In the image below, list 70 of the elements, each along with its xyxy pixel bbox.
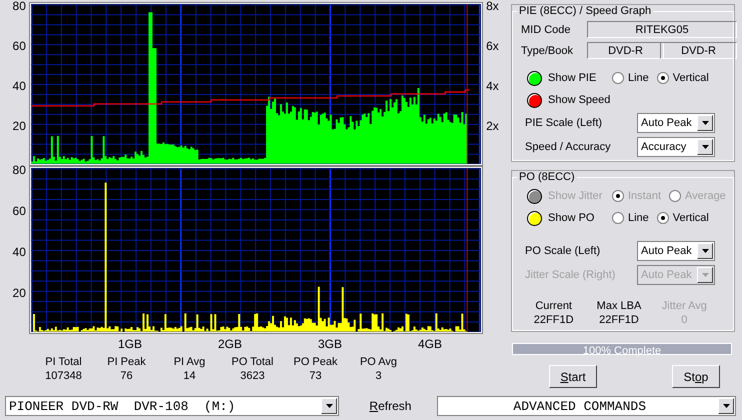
stat-label: PO Avg [360, 355, 398, 369]
stop-button[interactable]: Stop [672, 365, 720, 388]
stat-label: PI Total [45, 355, 82, 369]
start-button[interactable]: Start [549, 365, 597, 388]
axis-label: 8x [486, 0, 499, 15]
type-field: DVD-R [587, 42, 664, 59]
axis-label: 2GB [216, 337, 243, 351]
dropdown-field[interactable]: Accuracy [637, 137, 715, 157]
axis-label: 40 [12, 80, 26, 95]
axis-label: 60 [12, 40, 26, 55]
axis-label: 60 [12, 205, 26, 220]
axis-label: 80 [12, 164, 26, 179]
field-label: Jitter Scale (Right) [525, 269, 616, 281]
indicator-led-icon[interactable] [527, 210, 542, 226]
stat-label: PO Total [232, 355, 274, 369]
indicator-led-icon[interactable] [527, 92, 542, 108]
stat-value: 76 [120, 369, 133, 383]
group-title: PO (8ECC) [518, 171, 576, 183]
axis-label: 20 [12, 287, 26, 302]
dropdown-arrow-icon [326, 404, 333, 408]
readout-value: 0 [681, 313, 688, 327]
stat-label: PI Avg [174, 355, 206, 369]
dropdown-arrow-icon [702, 273, 708, 277]
dropdown-field[interactable]: Auto Peak [637, 113, 715, 133]
axis-label: 6x [486, 40, 499, 55]
radio-option[interactable]: Vertical [656, 212, 709, 224]
readout-label: Jitter Avg [662, 299, 707, 313]
stat-value: 3623 [240, 369, 265, 383]
axis-label: 2x [486, 120, 499, 135]
stat-label: PO Peak [293, 355, 338, 369]
field-label: Speed / Accuracy [525, 141, 612, 153]
field-label: PIE Scale (Left) [525, 117, 604, 129]
axis-label: 4x [486, 80, 499, 95]
dropdown-arrow-icon [702, 121, 708, 125]
axis-label: 3GB [316, 337, 343, 351]
stat-value: 14 [183, 369, 196, 383]
readout-value: 22FF1D [599, 313, 639, 327]
toggle-label: Show PIE [548, 72, 598, 84]
axis-label: 40 [12, 246, 26, 261]
field-label: Type/Book [521, 44, 574, 56]
progress-text: 100% Complete [582, 344, 662, 359]
toggle-label: Show PO [548, 212, 596, 224]
radio-option[interactable]: Line [612, 212, 649, 224]
axis-label: 20 [12, 120, 26, 135]
group-title: PIE (8ECC) / Speed Graph [518, 5, 652, 17]
axis-label: 1GB [116, 337, 143, 351]
command-dropdown[interactable]: ADVANCED COMMANDS [437, 396, 736, 416]
dropdown-arrow-icon [722, 404, 730, 408]
field-label: MID Code [521, 24, 572, 36]
stat-value: 73 [309, 369, 322, 383]
stat-value: 3 [375, 369, 382, 383]
stat-label: PI Peak [107, 355, 146, 369]
axis-label: 4GB [416, 337, 443, 351]
drive-dropdown[interactable]: PIONEER DVD-RW DVR-108 (M:) [5, 396, 340, 416]
field-label: PO Scale (Left) [525, 245, 602, 257]
radio-option[interactable]: Line [612, 72, 649, 84]
mid-code-field: RITEKG05 [587, 21, 737, 38]
book-field: DVD-R [660, 42, 737, 59]
indicator-led-icon[interactable] [527, 70, 542, 86]
refresh-link[interactable]: Refresh [369, 399, 412, 413]
readout-value: 22FF1D [534, 313, 574, 327]
readout-label: Max LBA [596, 299, 642, 313]
readout-label: Current [535, 299, 572, 313]
dropdown-arrow-icon [702, 145, 708, 149]
axis-label: 80 [12, 0, 26, 15]
toggle-label: Show Jitter [548, 190, 604, 202]
stat-value: 107348 [45, 369, 82, 383]
dropdown-field[interactable]: Auto Peak [637, 241, 715, 261]
dropdown-arrow-icon [702, 249, 708, 253]
radio-option[interactable]: Vertical [656, 72, 709, 84]
